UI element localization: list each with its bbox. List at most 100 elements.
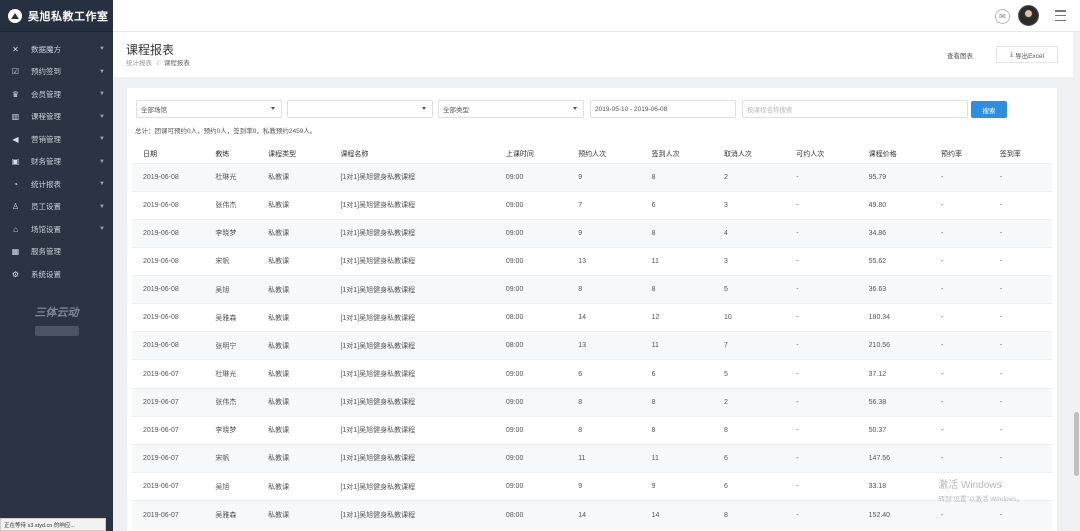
coach-select[interactable] bbox=[287, 100, 433, 118]
column-header-cancelled: 取消人次 bbox=[723, 151, 752, 159]
chevron-down-icon: ▼ bbox=[99, 181, 105, 188]
course-type-select[interactable]: 全部类型 bbox=[438, 100, 584, 118]
cell-booking-rate: - bbox=[930, 303, 989, 332]
sidebar: 吴旭私教工作室 ✕ 数据魔方 ▼ ☑ 预约签到 ▼ ♛ 会员管理 ▼ ▥ 课程管… bbox=[0, 0, 113, 531]
cell-available: - bbox=[785, 359, 858, 389]
cell-course-type: 私教课 bbox=[257, 500, 330, 529]
cell-booked: 7 bbox=[567, 190, 641, 220]
sidebar-item-data-cube[interactable]: ✕ 数据魔方 ▼ bbox=[0, 38, 113, 61]
cell-booked: 8 bbox=[567, 387, 641, 417]
sidebar-item-label: 场馆设置 bbox=[31, 224, 61, 234]
cell-checkin-rate: - bbox=[988, 443, 1052, 473]
chevron-down-icon: ▼ bbox=[99, 158, 105, 165]
cell-checked-in: 9 bbox=[640, 472, 713, 501]
sidebar-item-reports[interactable]: ◔ 统计报表 ▼ bbox=[0, 173, 113, 196]
cell-course-name: [1对1]吴旭健身私教课程 bbox=[329, 472, 495, 501]
export-excel-button[interactable]: ⤓ 导出Excel bbox=[996, 46, 1058, 63]
cell-checked-in: 8 bbox=[640, 387, 713, 417]
cell-course-name: [1对1]吴旭健身私教课程 bbox=[329, 190, 495, 220]
cell-start-time: 08:00 bbox=[494, 303, 568, 332]
menu-icon[interactable] bbox=[1055, 10, 1066, 21]
sidebar-item-venue[interactable]: ⌂ 场馆设置 ▼ bbox=[0, 218, 113, 241]
cell-available: - bbox=[785, 275, 858, 304]
finance-icon: ▣ bbox=[11, 157, 20, 167]
cell-checkin-rate: - bbox=[988, 246, 1052, 276]
sidebar-item-finance[interactable]: ▣ 财务管理 ▼ bbox=[0, 151, 113, 174]
column-header-course-name: 课程名称 bbox=[340, 151, 369, 159]
cell-date: 2019-06-07 bbox=[132, 472, 205, 501]
avatar[interactable] bbox=[1018, 5, 1039, 26]
search-button[interactable]: 搜索 bbox=[971, 101, 1007, 118]
cell-checked-in: 8 bbox=[640, 162, 713, 192]
column-header-booking-rate: 预约率 bbox=[941, 151, 963, 159]
chevron-down-icon: ▼ bbox=[99, 136, 105, 143]
sidebar-item-label: 课程管理 bbox=[31, 112, 61, 122]
cell-available: - bbox=[785, 500, 858, 529]
column-header-coach: 教练 bbox=[215, 151, 230, 159]
search-input[interactable]: 按课程名称搜索 bbox=[742, 100, 968, 118]
sidebar-item-booking[interactable]: ☑ 预约签到 ▼ bbox=[0, 61, 113, 84]
sidebar-item-courses[interactable]: ▥ 课程管理 ▼ bbox=[0, 106, 113, 129]
gear-icon: ⚙ bbox=[11, 269, 20, 279]
cell-booked: 6 bbox=[567, 359, 641, 389]
view-chart-button[interactable]: 查看图表 bbox=[936, 46, 984, 63]
date-range-input[interactable]: 2019-05-10 - 2019-06-08 bbox=[590, 100, 736, 118]
cell-price: 180.34 bbox=[857, 303, 931, 332]
cell-course-name: [1对1]吴旭健身私教课程 bbox=[329, 218, 495, 248]
cell-booked: 9 bbox=[567, 162, 641, 192]
cell-booked: 13 bbox=[567, 331, 641, 360]
cell-booking-rate: - bbox=[930, 190, 989, 220]
cell-booking-rate: - bbox=[930, 218, 989, 248]
cell-cancelled: 5 bbox=[712, 275, 786, 304]
chevron-down-icon: ▼ bbox=[99, 91, 105, 98]
cell-checkin-rate: - bbox=[988, 331, 1052, 360]
cell-course-name: [1对1]吴旭健身私教课程 bbox=[329, 387, 495, 417]
cell-course-type: 私教课 bbox=[257, 303, 330, 332]
cell-available: - bbox=[785, 246, 858, 276]
scrollbar-thumb[interactable] bbox=[1074, 412, 1079, 476]
cell-start-time: 09:00 bbox=[494, 415, 568, 445]
chevron-down-icon: ▼ bbox=[99, 226, 105, 233]
cell-checkin-rate: - bbox=[988, 415, 1052, 445]
cell-price: 49.80 bbox=[857, 190, 931, 220]
sidebar-item-label: 预约签到 bbox=[31, 67, 61, 77]
chevron-down-icon: ▼ bbox=[99, 113, 105, 120]
cell-course-type: 私教课 bbox=[257, 162, 330, 192]
sidebar-item-label: 营销管理 bbox=[31, 134, 61, 144]
cell-booking-rate: - bbox=[930, 359, 989, 389]
cell-available: - bbox=[785, 472, 858, 501]
cell-date: 2019-06-08 bbox=[132, 190, 205, 220]
sidebar-item-label: 员工设置 bbox=[31, 202, 61, 212]
summary-text: 总计：团课可预约0人，预约0人，签到率0，私教预约2459人。 bbox=[135, 128, 317, 135]
page-scrollbar[interactable] bbox=[1073, 32, 1080, 531]
mail-icon[interactable]: ✉ bbox=[995, 9, 1010, 24]
partner-logo-badge bbox=[34, 325, 79, 336]
cell-coach: 李晓梦 bbox=[204, 218, 258, 248]
topbar: ✉ bbox=[113, 0, 1080, 32]
cell-cancelled: 8 bbox=[712, 500, 786, 529]
sidebar-item-members[interactable]: ♛ 会员管理 ▼ bbox=[0, 83, 113, 106]
breadcrumb-item-reports[interactable]: 统计报表 bbox=[126, 60, 152, 67]
cell-start-time: 09:00 bbox=[494, 275, 568, 304]
sidebar-item-marketing[interactable]: ◀ 营销管理 ▼ bbox=[0, 128, 113, 151]
sidebar-item-services[interactable]: ▦ 服务管理 bbox=[0, 241, 113, 264]
filter-bar: 全部场馆 全部类型 2019-05-10 - 2019-06-08 按课程名称搜… bbox=[136, 100, 1048, 118]
cell-course-type: 私教课 bbox=[257, 218, 330, 248]
partner-logo: 三体云动 bbox=[0, 304, 113, 336]
cell-checkin-rate: - bbox=[988, 500, 1052, 529]
cell-price: 56.38 bbox=[857, 387, 931, 417]
brand[interactable]: 吴旭私教工作室 bbox=[0, 0, 113, 32]
table-row: 2019-06-08 宋帆 私教课 [1对1]吴旭健身私教课程 09:00 13 11 3-5… bbox=[132, 246, 1052, 276]
cell-price: 50.37 bbox=[857, 415, 931, 445]
cell-checkin-rate: - bbox=[988, 275, 1052, 304]
cell-price: 152.40 bbox=[857, 500, 931, 529]
cell-checked-in: 11 bbox=[640, 443, 713, 473]
partner-logo-text: 三体云动 bbox=[34, 306, 79, 319]
cell-date: 2019-06-07 bbox=[132, 443, 205, 473]
course-report-table: 日期 教练 课程类型 课程名称 上课时间 预约人次 签到人次 取消人次 可约人次… bbox=[132, 146, 1052, 529]
venue-select[interactable]: 全部场馆 bbox=[136, 100, 282, 118]
sidebar-item-system[interactable]: ⚙ 系统设置 bbox=[0, 263, 113, 286]
sidebar-item-staff[interactable]: ♙ 员工设置 ▼ bbox=[0, 196, 113, 219]
cell-booked: 11 bbox=[567, 443, 641, 473]
cell-coach: 张明宁 bbox=[204, 331, 258, 360]
